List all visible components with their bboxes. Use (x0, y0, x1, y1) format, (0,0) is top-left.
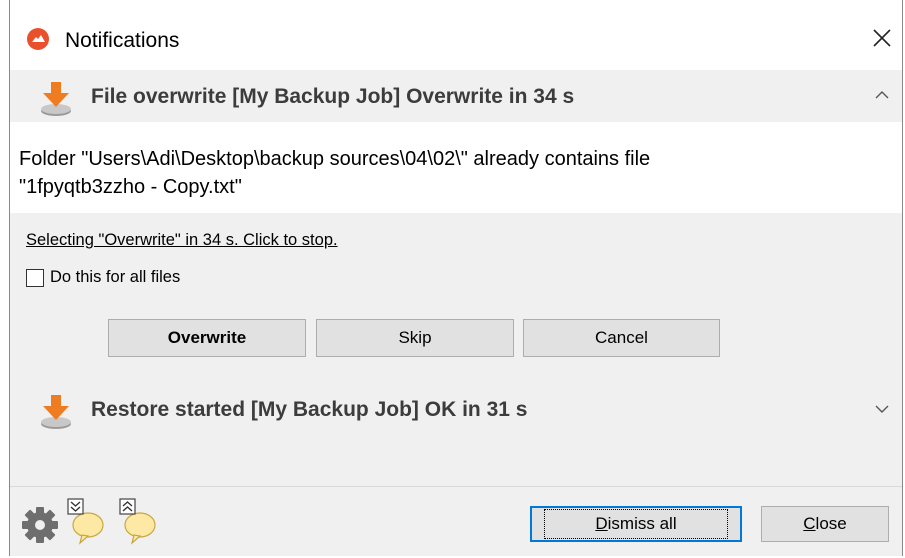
notification-title: File overwrite [My Backup Job] Overwrite… (91, 85, 575, 108)
notification-message-area: Folder "Users\Adi\Desktop\backup sources… (10, 122, 902, 213)
notification-header-restore-started[interactable]: Restore started [My Backup Job] OK in 31… (10, 383, 902, 435)
title-bar: Notifications (10, 0, 902, 70)
overwrite-button[interactable]: Overwrite (108, 319, 306, 357)
message-line-1: Folder "Users\Adi\Desktop\backup sources… (19, 148, 651, 170)
chevron-up-icon[interactable] (862, 80, 902, 112)
countdown-stop-link[interactable]: Selecting "Overwrite" in 34 s. Click to … (26, 231, 338, 250)
cancel-button[interactable]: Cancel (523, 319, 720, 357)
close-icon[interactable] (864, 20, 900, 56)
cloud-app-icon (27, 28, 49, 50)
notification-header-file-overwrite[interactable]: File overwrite [My Backup Job] Overwrite… (10, 70, 902, 122)
footer-bar: Dismiss all Close (10, 486, 902, 556)
expand-all-bubble-icon[interactable] (118, 497, 156, 545)
notification-title: Restore started [My Backup Job] OK in 31… (91, 398, 528, 421)
message-line-2: "1fpyqtb3zzho - Copy.txt" (19, 176, 242, 198)
notifications-window: Notifications File overwrite [My Backup … (9, 0, 903, 556)
download-arrow-icon (41, 395, 71, 429)
chevron-down-icon[interactable] (862, 393, 902, 425)
close-label: Close (803, 514, 847, 533)
window-title: Notifications (65, 29, 180, 52)
do-for-all-checkbox[interactable] (26, 269, 44, 287)
dismiss-all-button[interactable]: Dismiss all (530, 506, 742, 542)
close-button[interactable]: Close (761, 506, 889, 542)
dismiss-all-label: Dismiss all (544, 509, 728, 539)
checkbox-label: Do this for all files (50, 268, 181, 286)
collapse-all-bubble-icon[interactable] (66, 497, 104, 545)
notification-message: Folder "Users\Adi\Desktop\backup sources… (19, 145, 869, 201)
gear-icon[interactable] (20, 505, 60, 545)
skip-button[interactable]: Skip (316, 319, 514, 357)
download-arrow-icon (41, 82, 71, 116)
